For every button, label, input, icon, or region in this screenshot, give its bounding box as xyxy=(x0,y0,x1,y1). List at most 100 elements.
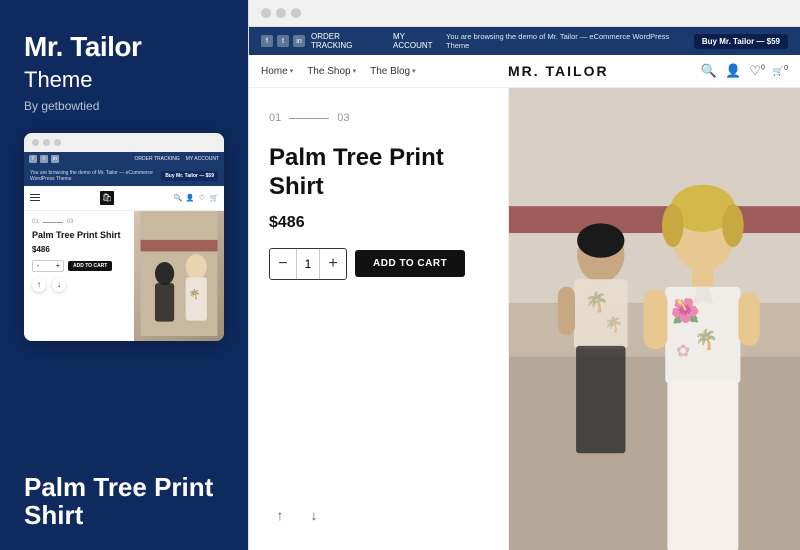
qty-decrease-button[interactable]: − xyxy=(270,249,296,279)
nav-home[interactable]: Home ▾ xyxy=(261,66,293,77)
bottom-product-section: Palm Tree Print Shirt xyxy=(24,461,224,530)
mini-instagram-icon: in xyxy=(51,155,59,163)
search-icon[interactable]: 🔍 xyxy=(701,63,717,79)
mini-slide-total: 03 xyxy=(67,219,74,225)
svg-text:✿: ✿ xyxy=(676,341,690,361)
mini-dot-green xyxy=(54,139,61,146)
bottom-product-name: Palm Tree Print Shirt xyxy=(24,473,224,530)
svg-text:🌴: 🌴 xyxy=(189,288,201,300)
shop-chevron: ▾ xyxy=(353,67,357,75)
mini-qty-value: 1 xyxy=(43,261,53,271)
mini-nav-arrows: ↑ ↓ xyxy=(32,272,126,292)
qty-value: 1 xyxy=(296,249,320,279)
mini-browser: f t in ORDER TRACKING MY ACCOUNT You are… xyxy=(24,133,224,341)
mini-nav-icons: 🔍 👤 ♡ 🛒 xyxy=(174,194,218,202)
product-section: 01 03 Palm Tree Print Shirt $486 − 1 + A… xyxy=(249,88,509,550)
mini-cart-icon[interactable]: 🛒 xyxy=(210,194,218,202)
order-tracking-link[interactable]: ORDER TRACKING xyxy=(311,32,383,50)
arrow-up-button[interactable]: ↑ xyxy=(269,504,291,526)
mini-dot-yellow xyxy=(43,139,50,146)
arrow-down-button[interactable]: ↓ xyxy=(303,504,325,526)
add-to-cart-button[interactable]: ADD TO CART xyxy=(355,250,465,277)
mini-arrow-down[interactable]: ↓ xyxy=(52,278,66,292)
qty-increase-button[interactable]: + xyxy=(320,249,346,279)
mini-announce-bar: f t in ORDER TRACKING MY ACCOUNT xyxy=(24,152,224,166)
chrome-dot-1 xyxy=(261,8,271,18)
brand-title: Mr. Tailor xyxy=(24,32,224,63)
mini-photo: 🌴 xyxy=(134,211,224,341)
mini-slide-current: 01 xyxy=(32,219,39,225)
product-title: Palm Tree Print Shirt xyxy=(269,144,488,202)
wishlist-icon[interactable]: ♡0 xyxy=(749,63,765,79)
main-content: 01 03 Palm Tree Print Shirt $486 − 1 + A… xyxy=(249,88,800,550)
slide-current: 01 xyxy=(269,112,281,124)
mini-demo-bar: You are browsing the demo of Mr. Tailor … xyxy=(24,166,224,186)
mini-product-info: 01 03 Palm Tree Print Shirt $486 - 1 + A… xyxy=(24,211,134,341)
demo-text: You are browsing the demo of Mr. Tailor … xyxy=(446,32,694,50)
mini-content: 01 03 Palm Tree Print Shirt $486 - 1 + A… xyxy=(24,211,224,341)
left-panel: Mr. Tailor Theme By getbowtied f t in OR… xyxy=(0,0,248,550)
svg-text:🌴: 🌴 xyxy=(604,316,623,334)
topbar-links: ORDER TRACKING MY ACCOUNT xyxy=(311,32,446,50)
mini-product-price: $486 xyxy=(32,245,126,254)
mini-buy-button[interactable]: Buy Mr. Tailor — $59 xyxy=(161,171,218,181)
browser-chrome xyxy=(249,0,800,27)
mini-browser-chrome xyxy=(24,133,224,152)
cart-icon[interactable]: 🛒0 xyxy=(773,65,788,77)
mini-facebook-icon: f xyxy=(29,155,37,163)
navbar-right: 🔍 👤 ♡0 🛒0 xyxy=(701,63,788,79)
mini-wishlist-icon[interactable]: ♡ xyxy=(198,194,206,202)
mini-shop-icon: 🛍 xyxy=(100,191,114,205)
slide-line xyxy=(289,118,329,119)
mini-social-icons: f t in xyxy=(29,155,59,163)
mini-arrow-up[interactable]: ↑ xyxy=(32,278,46,292)
mini-hero-image: 🌴 xyxy=(134,211,224,341)
brand-theme: Theme xyxy=(24,67,224,93)
main-browser: f t in ORDER TRACKING MY ACCOUNT You are… xyxy=(248,0,800,550)
qty-add-row: − 1 + ADD TO CART xyxy=(269,248,488,280)
mini-hamburger-icon[interactable] xyxy=(30,194,40,201)
my-account-link[interactable]: MY ACCOUNT xyxy=(393,32,446,50)
chrome-dot-2 xyxy=(276,8,286,18)
topbar-left: f t in ORDER TRACKING MY ACCOUNT xyxy=(261,32,446,50)
mini-demo-text: You are browsing the demo of Mr. Tailor … xyxy=(30,170,161,182)
mini-account-icon[interactable]: 👤 xyxy=(186,194,194,202)
brand-by: By getbowtied xyxy=(24,99,224,113)
slide-total: 03 xyxy=(337,112,349,124)
nav-shop[interactable]: The Shop ▾ xyxy=(307,66,356,77)
home-chevron: ▾ xyxy=(290,67,294,75)
mini-my-account: MY ACCOUNT xyxy=(186,156,219,162)
navbar-left: Home ▾ The Shop ▾ The Blog ▾ xyxy=(261,66,416,77)
mini-search-icon[interactable]: 🔍 xyxy=(174,194,182,202)
hero-photo: 🌴 🌴 xyxy=(509,88,800,550)
mini-navbar: 🛍 🔍 👤 ♡ 🛒 xyxy=(24,186,224,211)
slide-indicator: 01 03 xyxy=(269,112,488,124)
social-icons: f t in xyxy=(261,35,305,47)
site-logo: MR. TAILOR xyxy=(508,63,609,79)
mini-add-to-cart[interactable]: ADD TO CART xyxy=(68,261,112,271)
account-icon[interactable]: 👤 xyxy=(725,63,741,79)
mini-twitter-icon: t xyxy=(40,155,48,163)
mini-product-title: Palm Tree Print Shirt xyxy=(32,230,126,241)
svg-text:🌴: 🌴 xyxy=(694,328,718,351)
product-nav-arrows: ↑ ↓ xyxy=(269,504,488,526)
hero-image: 🌴 🌴 xyxy=(509,88,800,550)
mini-qty-decrease[interactable]: - xyxy=(33,261,43,271)
nav-blog[interactable]: The Blog ▾ xyxy=(370,66,416,77)
twitter-icon[interactable]: t xyxy=(277,35,289,47)
site-navbar: Home ▾ The Shop ▾ The Blog ▾ MR. TAILOR … xyxy=(249,55,800,88)
facebook-icon[interactable]: f xyxy=(261,35,273,47)
svg-text:🌴: 🌴 xyxy=(585,290,609,313)
chrome-dot-3 xyxy=(291,8,301,18)
buy-button[interactable]: Buy Mr. Tailor — $59 xyxy=(694,34,788,49)
site-topbar: f t in ORDER TRACKING MY ACCOUNT You are… xyxy=(249,27,800,55)
product-price: $486 xyxy=(269,214,488,232)
blog-chevron: ▾ xyxy=(412,67,416,75)
qty-control: − 1 + xyxy=(269,248,347,280)
mini-qty-increase[interactable]: + xyxy=(53,261,63,271)
mini-order-tracking: ORDER TRACKING xyxy=(135,156,180,162)
mini-dot-red xyxy=(32,139,39,146)
instagram-icon[interactable]: in xyxy=(293,35,305,47)
mini-qty-control: - 1 + xyxy=(32,260,64,272)
mini-nav-links: ORDER TRACKING MY ACCOUNT xyxy=(135,156,219,162)
